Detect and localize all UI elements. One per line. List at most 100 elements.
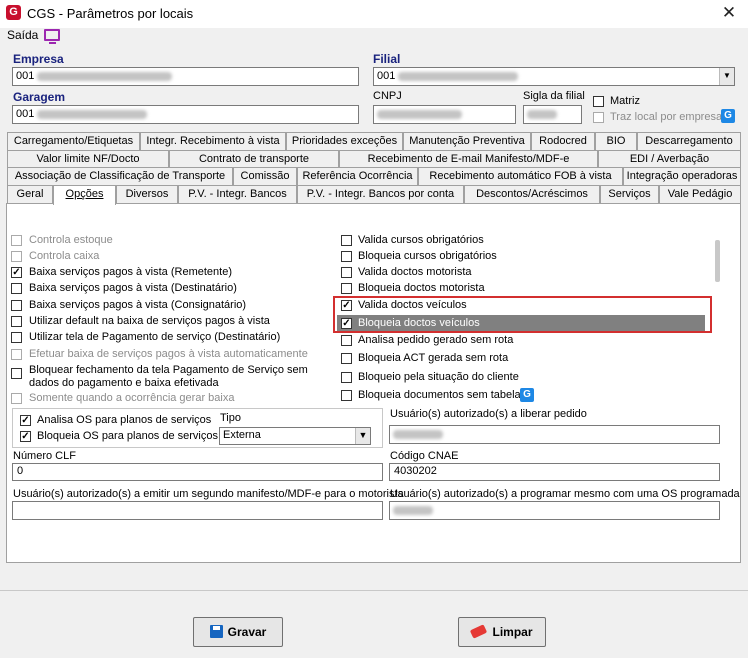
tab-recebimento-fob[interactable]: Recebimento automático FOB à vista	[418, 167, 623, 185]
bloqueia-os-label: Bloqueia OS para planos de serviços	[37, 430, 218, 442]
monitor-icon[interactable]	[44, 29, 60, 44]
option-label: Baixa serviços pagos à vista (Consignatá…	[29, 299, 247, 311]
empresa-label: Empresa	[13, 52, 64, 66]
analisa-os-label: Analisa OS para planos de serviços	[37, 414, 212, 426]
tab-descarregamento[interactable]: Descarregamento	[637, 132, 741, 150]
option-label: Analisa pedido gerado sem rota	[358, 334, 514, 346]
usuarios-liberar-label: Usuário(s) autorizado(s) a liberar pedid…	[390, 408, 587, 420]
option-label-line2: dados do pagamento e baixa efetivada	[29, 377, 219, 389]
option-checkbox[interactable]	[11, 393, 22, 404]
filial-label: Filial	[373, 52, 401, 66]
help-g-icon[interactable]: G	[721, 109, 735, 123]
close-button[interactable]: ✕	[714, 1, 744, 25]
tab-pv-bancos[interactable]: P.V. - Integr. Bancos	[178, 185, 297, 203]
codigo-cnae-field[interactable]: 4030202	[389, 463, 720, 481]
usuarios-programar-label: Usuário(s) autorizado(s) a programar mes…	[390, 488, 740, 500]
tab-contrato[interactable]: Contrato de transporte	[169, 150, 339, 168]
annotation-red-box	[333, 296, 712, 333]
option-checkbox[interactable]	[341, 235, 352, 246]
tab-associacao[interactable]: Associação de Classificação de Transport…	[7, 167, 233, 185]
usuarios-programar-field[interactable]	[389, 501, 720, 520]
option-checkbox[interactable]	[341, 283, 352, 294]
tab-diversos[interactable]: Diversos	[116, 185, 178, 203]
tab-geral[interactable]: Geral	[7, 185, 53, 203]
option-checkbox[interactable]	[341, 353, 352, 364]
option-checkbox[interactable]	[341, 335, 352, 346]
tab-vale-pedagio[interactable]: Vale Pedágio	[659, 185, 741, 203]
limpar-label: Limpar	[492, 625, 533, 639]
usuarios-manifesto-label: Usuário(s) autorizado(s) a emitir um seg…	[13, 488, 404, 500]
tab-integracao[interactable]: Integração operadoras	[623, 167, 741, 185]
tab-integr-recebimento[interactable]: Integr. Recebimento à vista	[140, 132, 286, 150]
option-checkbox[interactable]	[11, 368, 22, 379]
tab-servicos[interactable]: Serviços	[600, 185, 659, 203]
option-label: Efetuar baixa de serviços pagos à vista …	[29, 348, 308, 360]
numero-clf-label: Número CLF	[13, 450, 76, 462]
option-checkbox[interactable]	[341, 390, 352, 401]
option-checkbox[interactable]	[11, 251, 22, 262]
cnpj-label: CNPJ	[373, 90, 402, 102]
chevron-down-icon[interactable]: ▼	[355, 428, 370, 444]
tab-bio[interactable]: BIO	[595, 132, 637, 150]
option-label: Utilizar default na baixa de serviços pa…	[29, 315, 270, 327]
option-checkbox[interactable]	[11, 235, 22, 246]
tab-rodocred[interactable]: Rodocred	[531, 132, 595, 150]
bloqueia-os-checkbox[interactable]: ✓	[20, 431, 31, 442]
usuarios-manifesto-field[interactable]	[12, 501, 383, 520]
matriz-label: Matriz	[610, 95, 640, 107]
gravar-label: Gravar	[227, 625, 267, 639]
bottom-separator	[0, 590, 748, 591]
option-checkbox[interactable]	[11, 349, 22, 360]
usuarios-liberar-field[interactable]	[389, 425, 720, 444]
option-checkbox[interactable]: ✓	[11, 267, 22, 278]
option-checkbox[interactable]	[11, 332, 22, 343]
tab-prioridades[interactable]: Prioridades exceções	[286, 132, 403, 150]
gravar-button[interactable]: Gravar	[193, 617, 283, 647]
traz-local-checkbox[interactable]	[593, 112, 604, 123]
tab-descontos[interactable]: Descontos/Acréscimos	[464, 185, 600, 203]
option-checkbox[interactable]	[341, 251, 352, 262]
tab-comissao[interactable]: Comissão	[233, 167, 297, 185]
tab-carregamento[interactable]: Carregamento/Etiquetas	[7, 132, 140, 150]
filial-select[interactable]: 001 ▼	[373, 67, 735, 86]
tab-pv-bancos-conta[interactable]: P.V. - Integr. Bancos por conta	[297, 185, 464, 203]
garagem-field[interactable]: 001	[12, 105, 359, 124]
option-label: Utilizar tela de Pagamento de serviço (D…	[29, 331, 281, 343]
tab-opcoes[interactable]: Opções	[53, 185, 116, 205]
option-checkbox[interactable]	[341, 372, 352, 383]
empresa-field[interactable]: 001	[12, 67, 359, 86]
tab-edi[interactable]: EDI / Averbação	[598, 150, 741, 168]
limpar-button[interactable]: Limpar	[458, 617, 546, 647]
help-g-icon[interactable]: G	[520, 388, 534, 402]
eraser-icon	[470, 624, 488, 639]
window-title: CGS - Parâmetros por locais	[27, 6, 194, 21]
sigla-field[interactable]	[523, 105, 582, 124]
option-label: Bloqueia doctos motorista	[358, 282, 485, 294]
save-icon	[209, 625, 223, 638]
traz-local-label: Traz local por empresa	[610, 111, 723, 123]
tab-recebimento-email[interactable]: Recebimento de E-mail Manifesto/MDF-e	[339, 150, 598, 168]
option-label: Valida cursos obrigatórios	[358, 234, 484, 246]
matriz-checkbox[interactable]	[593, 96, 604, 107]
tipo-label: Tipo	[220, 412, 241, 424]
tab-valor-limite[interactable]: Valor limite NF/Docto	[7, 150, 169, 168]
option-label: Baixa serviços pagos à vista (Destinatár…	[29, 282, 237, 294]
numero-clf-field[interactable]: 0	[12, 463, 383, 481]
tab-manutencao[interactable]: Manutenção Preventiva	[403, 132, 531, 150]
app-logo-icon: G	[6, 5, 21, 20]
option-label: Somente quando a ocorrência gerar baixa	[29, 392, 235, 404]
menu-saida[interactable]: Saída	[7, 28, 38, 42]
option-checkbox[interactable]	[11, 283, 22, 294]
tipo-select[interactable]: Externa ▼	[219, 427, 371, 445]
chevron-down-icon[interactable]: ▼	[719, 68, 734, 85]
tab-referencia[interactable]: Referência Ocorrência	[297, 167, 418, 185]
option-checkbox[interactable]	[11, 316, 22, 327]
cnpj-field[interactable]	[373, 105, 516, 124]
option-label: Baixa serviços pagos à vista (Remetente)	[29, 266, 232, 278]
option-checkbox[interactable]	[341, 267, 352, 278]
option-checkbox[interactable]	[11, 300, 22, 311]
analisa-os-checkbox[interactable]: ✓	[20, 415, 31, 426]
scrollbar-thumb[interactable]	[715, 240, 720, 282]
garagem-label: Garagem	[13, 90, 66, 104]
option-label: Bloquear fechamento da tela Pagamento de…	[29, 364, 308, 376]
